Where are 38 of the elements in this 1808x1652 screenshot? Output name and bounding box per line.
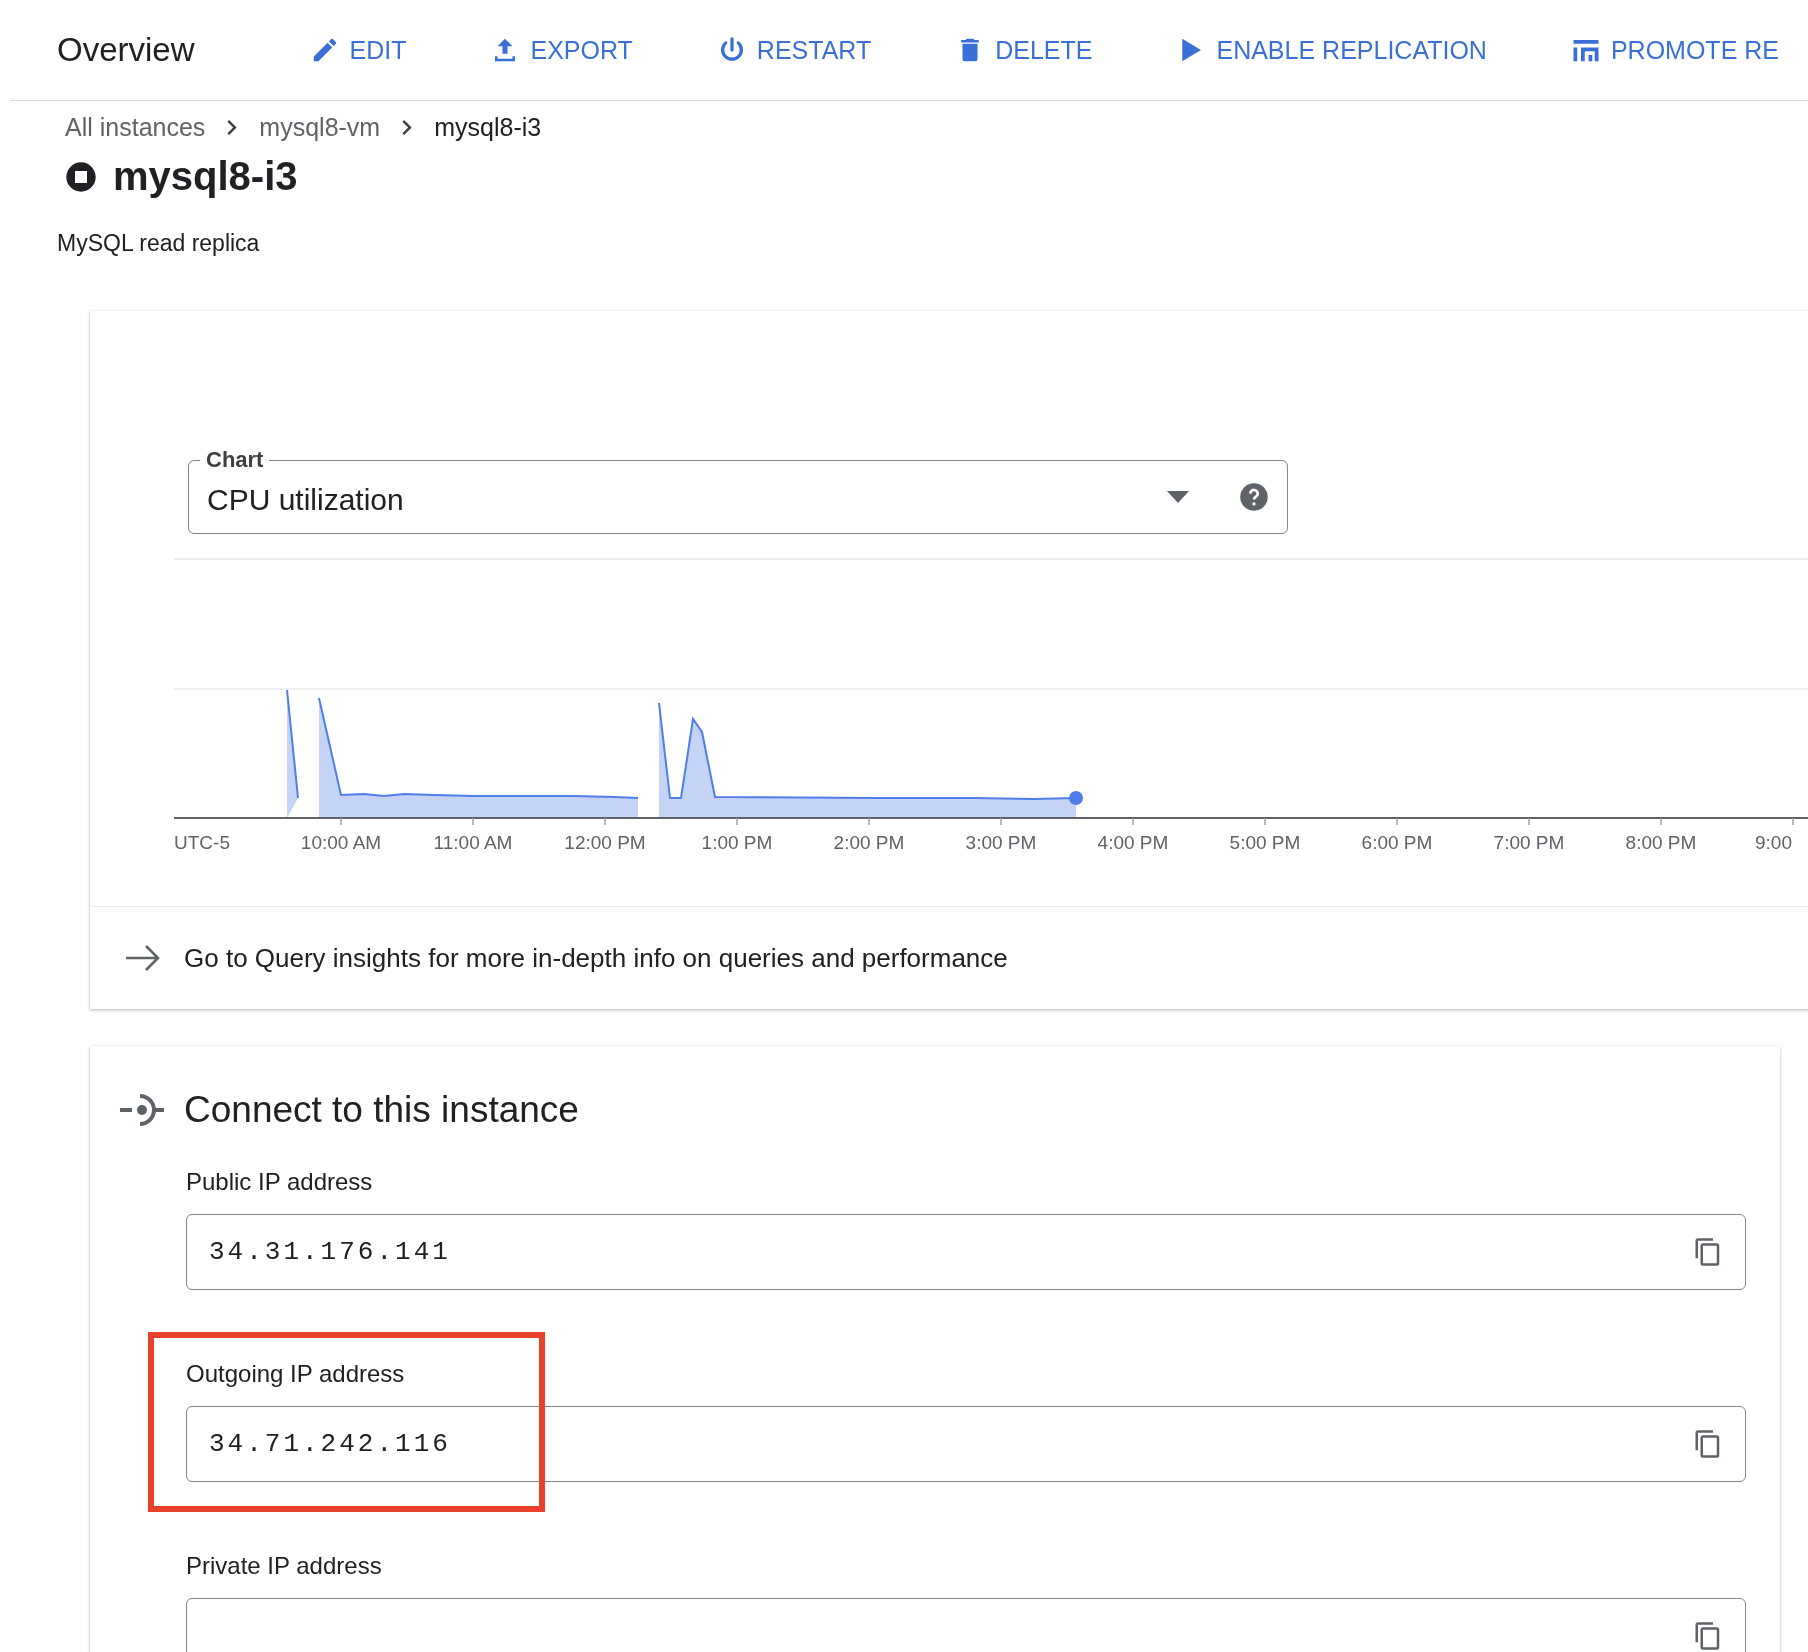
axis-label: 2:00 PM [832,831,906,854]
breadcrumb-link[interactable]: All instances [65,113,206,142]
page-title: Overview [57,31,195,69]
axis-label: 6:00 PM [1360,831,1434,854]
axis-label: 10:00 AM [299,831,383,854]
export-button[interactable]: EXPORT [480,29,643,71]
edit-button[interactable]: EDIT [299,29,417,71]
arrow-right-icon [124,943,162,973]
axis-label: 1:00 PM [700,831,774,854]
axis-label: UTC-5 [174,831,231,854]
axis-label: 8:00 PM [1624,831,1698,854]
axis-label: 7:00 PM [1492,831,1566,854]
instance-name: mysql8-i3 [113,154,298,199]
dropdown-arrow-icon [1167,491,1189,503]
help-icon[interactable] [1239,482,1269,512]
section-title: Connect to this instance [184,1089,579,1131]
field-label: Public IP address [186,1168,374,1196]
ip-address-field[interactable]: 34.31.176.141 [186,1214,1746,1290]
instance-type: MySQL read replica [57,230,261,257]
promote-button[interactable]: PROMOTE RE [1560,29,1789,71]
chevron-right-icon [227,120,238,135]
axis-label: 9:00 [1755,831,1792,854]
ip-address-field[interactable] [186,1598,1746,1652]
chevron-right-icon [402,120,413,135]
axis-label: 4:00 PM [1096,831,1170,854]
delete-button[interactable]: DELETE [945,29,1103,71]
axis-label: 3:00 PM [964,831,1038,854]
replicate-button[interactable]: ENABLE REPLICATION [1166,29,1497,71]
breadcrumb-link[interactable]: mysql8-vm [259,113,381,142]
restart-button[interactable]: RESTART [706,29,882,71]
axis-label: 12:00 PM [563,831,647,854]
stopped-status-icon [65,160,97,193]
field-label: Private IP address [186,1552,383,1580]
ip-address-field[interactable]: 34.71.242.116 [186,1406,1746,1482]
axis-label: 5:00 PM [1228,831,1302,854]
query-insights-link[interactable]: Go to Query insights for more in-depth info on queries and performance [184,942,1008,974]
axis-label: 11:00 AM [432,831,514,854]
field-label: Outgoing IP address [186,1360,406,1388]
